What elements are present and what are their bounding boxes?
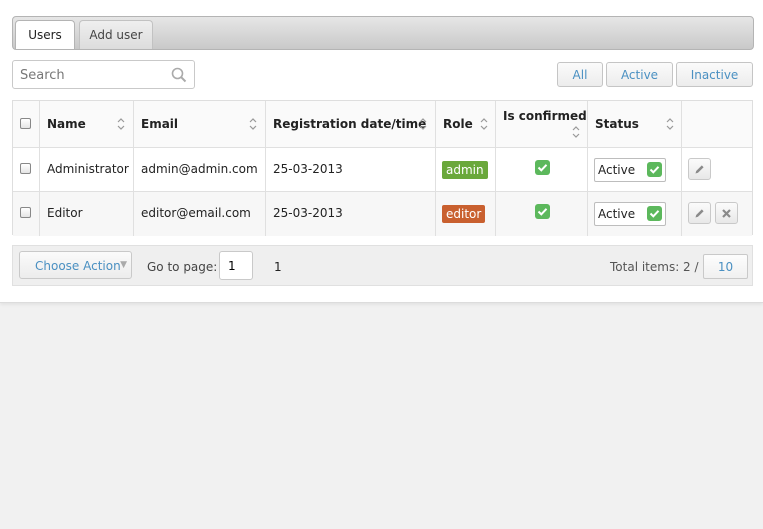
column-header-status[interactable]: Status <box>588 101 682 147</box>
column-header-name[interactable]: Name <box>40 101 134 147</box>
choose-action-dropdown[interactable]: Choose Action ▼ <box>19 251 132 279</box>
filter-all-button[interactable]: All <box>557 62 603 87</box>
check-icon <box>647 162 662 177</box>
tab-bar: Users Add user <box>12 16 754 50</box>
pencil-icon <box>695 165 704 174</box>
table-row: Administrator admin@admin.com 25-03-2013… <box>13 148 752 192</box>
page-count: 1 <box>274 260 282 274</box>
user-name: Editor <box>47 206 83 220</box>
users-panel: Users Add user All Active Inactive Name … <box>0 0 763 303</box>
search-icon[interactable] <box>171 67 187 83</box>
column-header-role[interactable]: Role <box>436 101 496 147</box>
role-badge: admin <box>442 161 488 179</box>
tab-add-user[interactable]: Add user <box>79 20 153 49</box>
column-header-confirmed[interactable]: Is confirmed <box>496 101 588 147</box>
users-table: Name Email Registration date/time Role I… <box>12 100 753 236</box>
row-checkbox[interactable] <box>20 163 31 174</box>
per-page-select[interactable]: 10 <box>703 254 748 279</box>
user-email: admin@admin.com <box>141 162 258 176</box>
registration-date: 25-03-2013 <box>273 162 343 176</box>
edit-button[interactable] <box>688 158 711 180</box>
confirmed-check-icon <box>535 160 550 175</box>
goto-page-label: Go to page: <box>147 260 218 274</box>
row-checkbox[interactable] <box>20 207 31 218</box>
column-header-actions <box>682 101 752 147</box>
total-items-label: Total items: 2 / <box>610 260 699 274</box>
sort-icon <box>480 118 488 130</box>
user-email: editor@email.com <box>141 206 251 220</box>
role-badge: editor <box>442 205 486 223</box>
search-input[interactable] <box>20 67 160 83</box>
column-header-registration[interactable]: Registration date/time <box>266 101 436 147</box>
delete-button[interactable] <box>715 202 738 224</box>
sort-icon <box>249 118 257 130</box>
table-row: Editor editor@email.com 25-03-2013 edito… <box>13 192 752 236</box>
sort-icon <box>572 126 580 138</box>
search-box <box>12 60 195 89</box>
user-name: Administrator <box>47 162 129 176</box>
sort-icon <box>117 118 125 130</box>
caret-down-icon: ▼ <box>120 260 127 270</box>
select-all-checkbox[interactable] <box>20 118 31 129</box>
close-icon <box>722 209 731 218</box>
pencil-icon <box>695 209 704 218</box>
check-icon <box>647 206 662 221</box>
column-header-email[interactable]: Email <box>134 101 266 147</box>
registration-date: 25-03-2013 <box>273 206 343 220</box>
table-footer: Choose Action ▼ Go to page: 1 Total item… <box>12 245 753 286</box>
filter-inactive-button[interactable]: Inactive <box>676 62 753 87</box>
page-input[interactable] <box>219 251 253 280</box>
tab-users[interactable]: Users <box>15 20 75 49</box>
filter-active-button[interactable]: Active <box>606 62 673 87</box>
sort-icon <box>419 118 427 130</box>
sort-icon <box>666 118 674 130</box>
edit-button[interactable] <box>688 202 711 224</box>
confirmed-check-icon <box>535 204 550 219</box>
status-select[interactable]: Active <box>594 158 666 182</box>
table-header: Name Email Registration date/time Role I… <box>13 101 752 148</box>
status-select[interactable]: Active <box>594 202 666 226</box>
